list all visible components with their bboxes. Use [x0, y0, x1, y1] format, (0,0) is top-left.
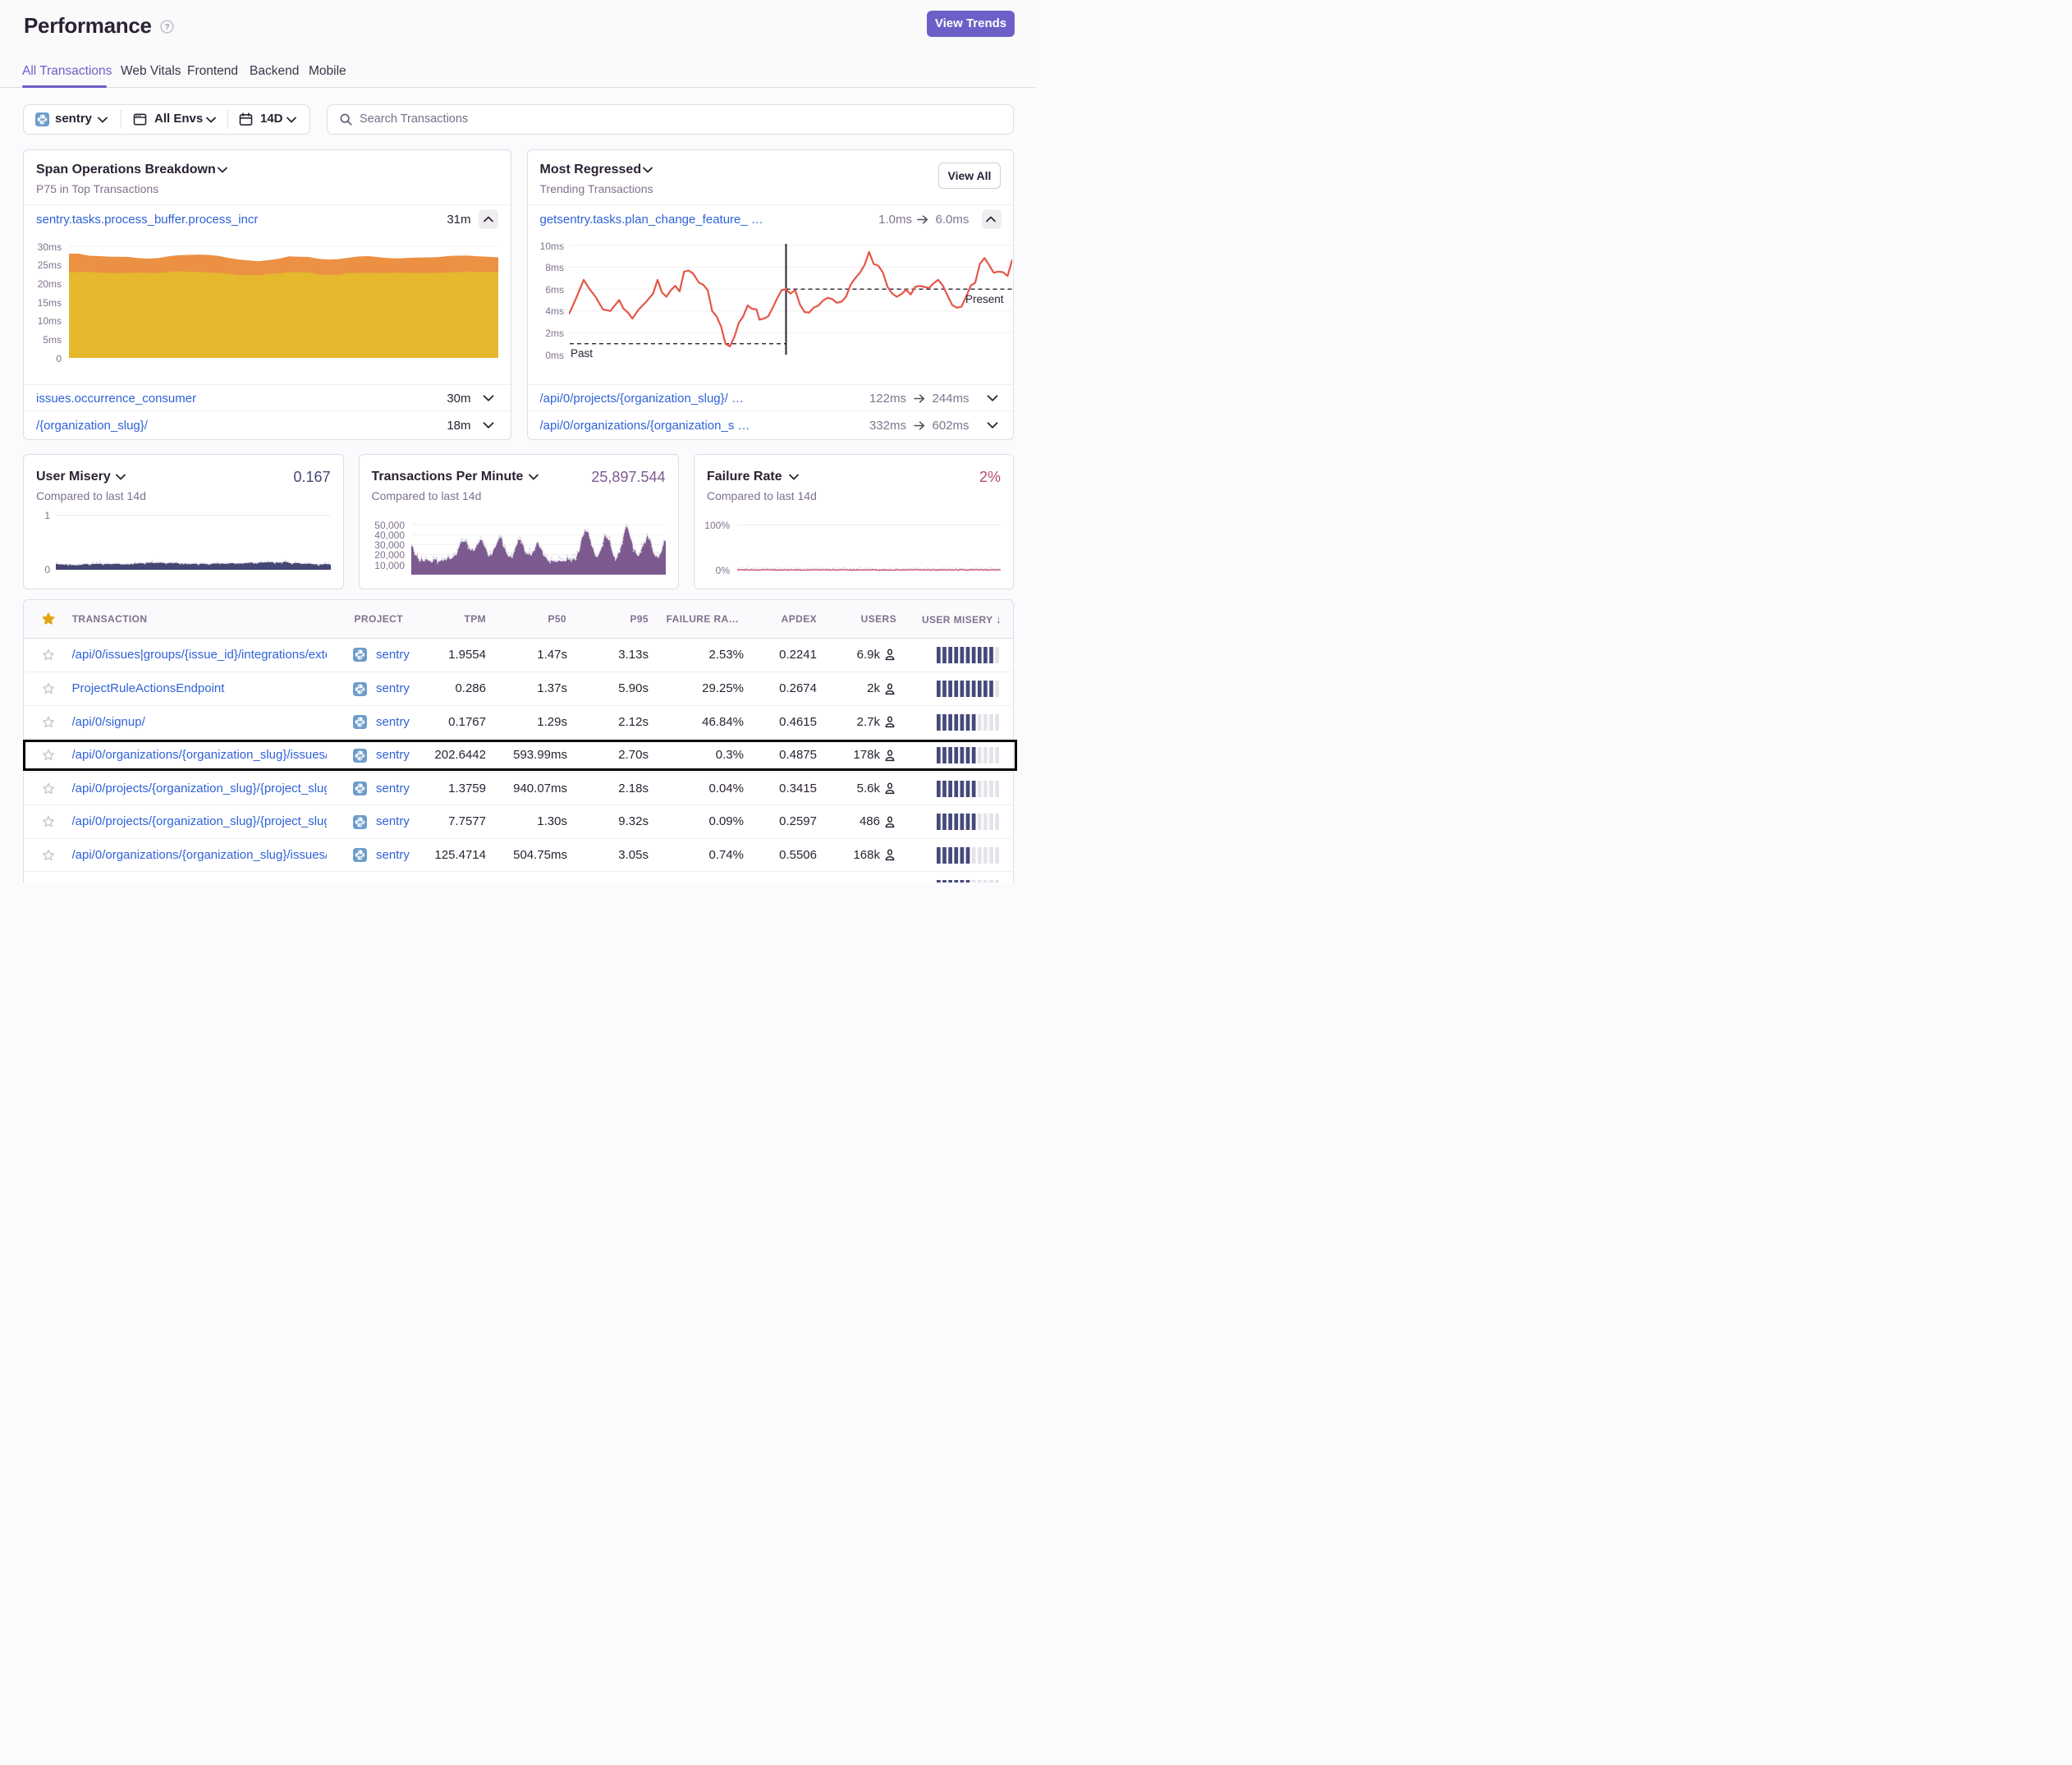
- svg-text:?: ?: [164, 23, 169, 32]
